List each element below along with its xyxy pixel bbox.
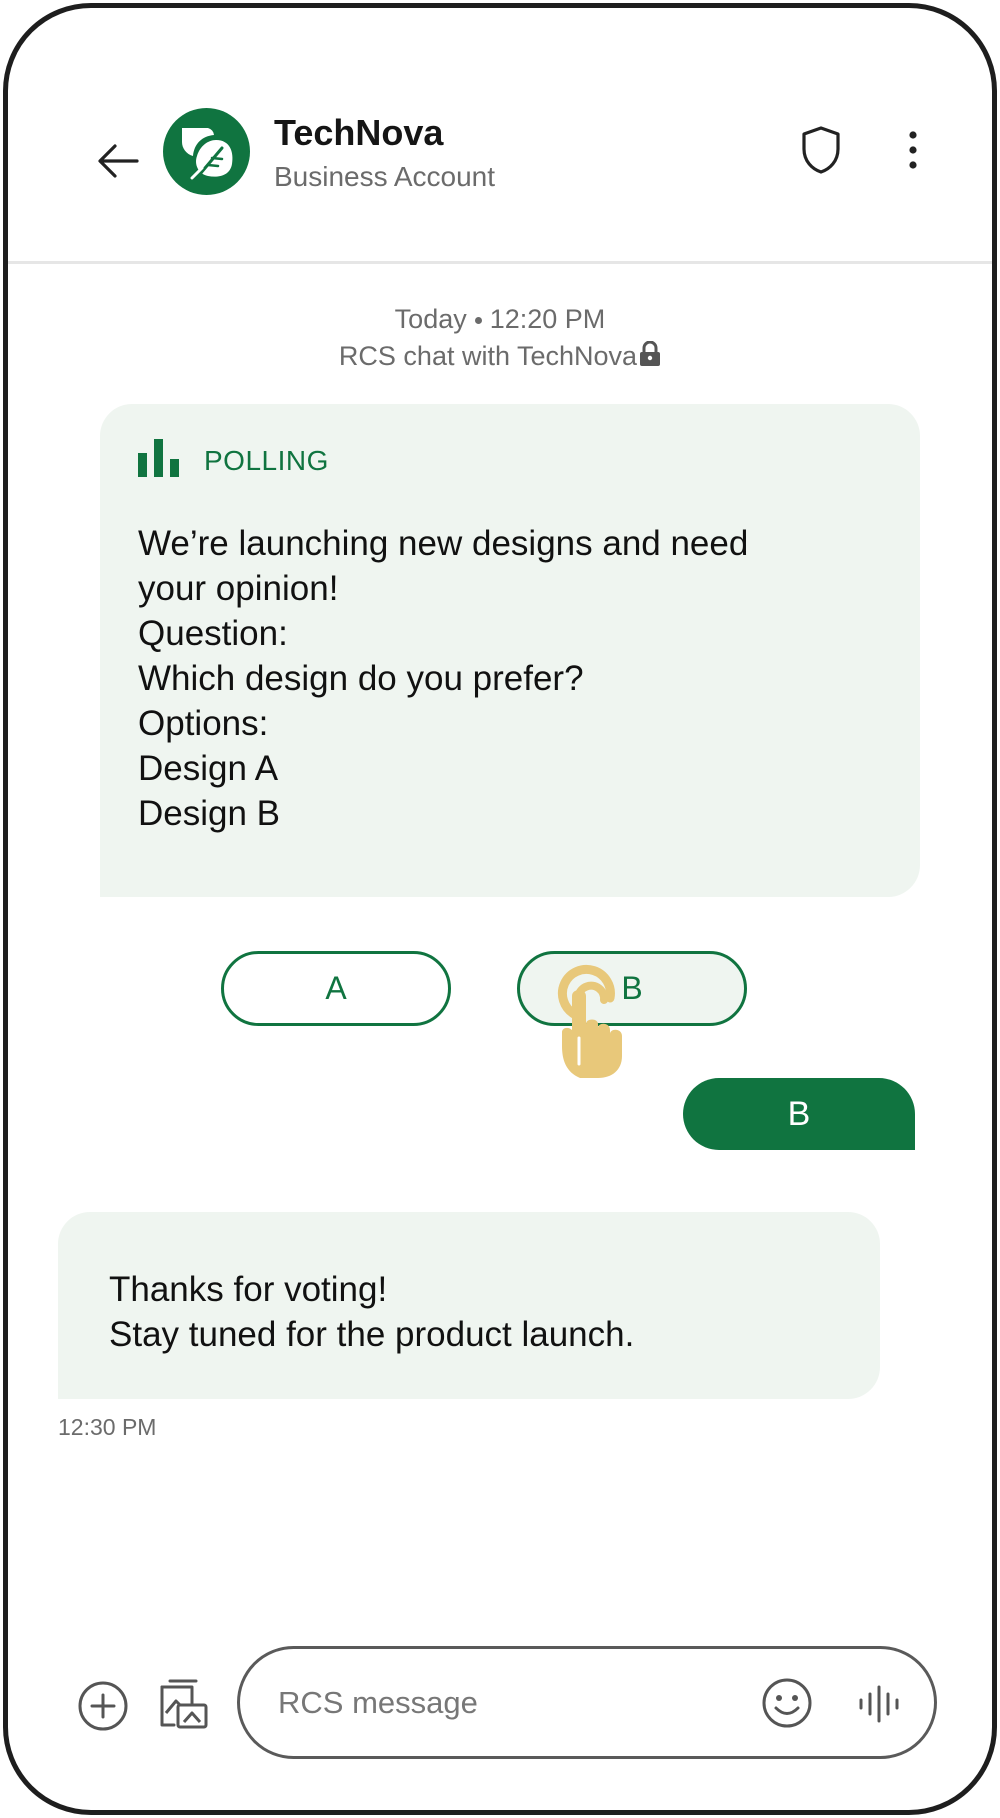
reply-message-text: Thanks for voting! Stay tuned for the pr… <box>109 1267 634 1357</box>
back-arrow-icon[interactable] <box>93 136 143 186</box>
date-label: Today <box>394 304 467 334</box>
poll-message-text: We’re launching new designs and need you… <box>138 521 898 836</box>
poll-tag-label: POLLING <box>204 444 329 476</box>
reply-timestamp: 12:30 PM <box>58 1414 157 1440</box>
voice-waveform-icon[interactable] <box>857 1685 901 1728</box>
lock-icon <box>639 340 661 374</box>
hand-tap-icon <box>540 958 636 1085</box>
message-input[interactable] <box>278 1681 718 1725</box>
poll-line: Design A <box>138 749 279 788</box>
poll-line: Which design do you prefer? <box>138 659 584 698</box>
add-attachment-icon[interactable] <box>77 1680 129 1737</box>
poll-message-bubble: POLLING We’re launching new designs and … <box>100 404 920 897</box>
reply-message-bubble: Thanks for voting! Stay tuned for the pr… <box>58 1212 880 1399</box>
more-options-icon[interactable] <box>906 130 920 175</box>
poll-line: Question: <box>138 614 288 653</box>
contact-name: TechNova <box>274 112 444 153</box>
poll-line: Options: <box>138 704 269 743</box>
separator-dot <box>474 317 482 325</box>
message-composer <box>237 1646 937 1759</box>
poll-line: Design B <box>138 794 281 833</box>
leaf-icon <box>182 128 233 180</box>
poll-tag: POLLING <box>138 439 329 482</box>
header-divider <box>8 261 992 264</box>
chat-label: RCS chat with TechNova <box>338 341 638 371</box>
gallery-icon[interactable] <box>158 1677 210 1736</box>
time-label: 12:20 PM <box>489 304 606 334</box>
timestamp-line: Today 12:20 PM <box>8 304 992 335</box>
emoji-icon[interactable] <box>761 1677 813 1734</box>
poll-line: We’re launching new designs and need <box>138 524 749 563</box>
reply-line: Stay tuned for the product launch. <box>109 1315 635 1354</box>
contact-subtitle: Business Account <box>274 161 496 192</box>
bar-chart-icon <box>138 439 180 482</box>
shield-icon[interactable] <box>800 125 842 180</box>
avatar[interactable] <box>163 108 250 195</box>
chat-info: RCS chat with TechNova <box>8 340 992 374</box>
poll-option-a-button[interactable]: A <box>221 951 451 1026</box>
reply-line: Thanks for voting! <box>109 1270 388 1309</box>
sent-message-bubble: B <box>683 1078 915 1150</box>
poll-line: your opinion! <box>138 569 339 608</box>
phone-frame: TechNova Business Account Today 12:20 PM … <box>3 3 997 1815</box>
